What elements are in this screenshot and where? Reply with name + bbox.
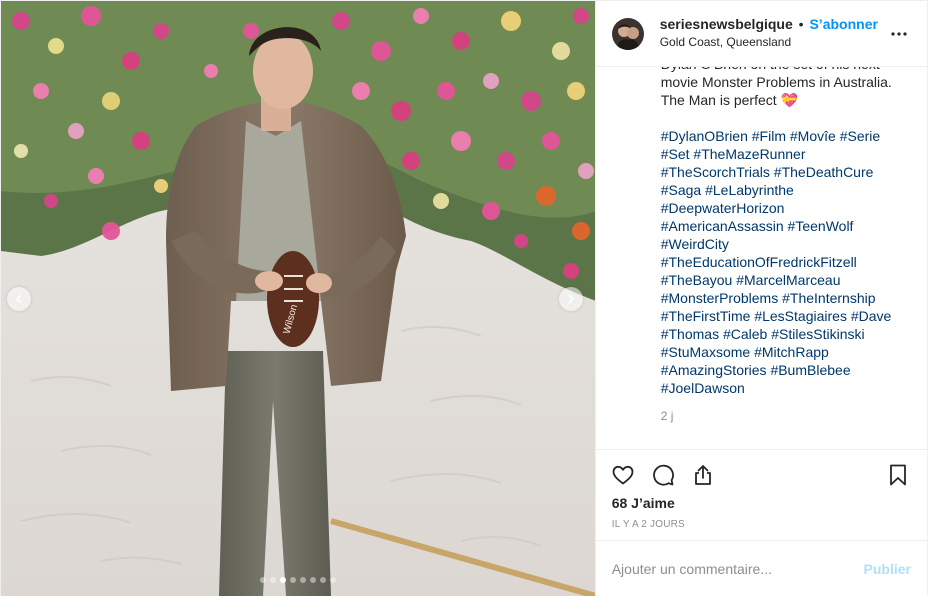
hashtag-link[interactable]: #StilesStikinski	[771, 326, 864, 342]
hashtag-link[interactable]: #StuMaxsome	[661, 344, 750, 360]
carousel-dot	[309, 577, 316, 583]
hashtag-link[interactable]: #AmericanAssassin	[661, 218, 784, 234]
caption-time[interactable]: 2 j	[661, 409, 911, 423]
share-icon	[694, 465, 711, 485]
header-row: seriesnewsbelgique • S’abonner	[660, 16, 887, 33]
hashtag-link[interactable]: #MarcelMarceau	[736, 272, 840, 288]
hashtag-link[interactable]: #MitchRapp	[754, 344, 829, 360]
hashtag-link[interactable]: #Thomas	[661, 326, 719, 342]
post-header: seriesnewsbelgique • S’abonner Gold Coas…	[595, 1, 927, 67]
hashtag-line: #TheBayou #MarcelMarceau	[661, 271, 911, 289]
post-media[interactable]: Wilson	[1, 1, 595, 596]
instagram-post: Wilson seriesnewsbelgique • S’abonner Go…	[0, 0, 928, 596]
hashtag-link[interactable]: #TheInternship	[782, 290, 875, 306]
hashtag-line: #TheScorchTrials #TheDeathCure	[661, 163, 911, 181]
hashtag-list: #DylanOBrien #Film #Movîe #Serie #Set #Th…	[661, 127, 911, 397]
hashtag-line: #DylanOBrien #Film #Movîe #Serie	[661, 127, 911, 145]
hashtag-link[interactable]: #WeirdCity	[661, 236, 729, 252]
carousel-dot	[269, 577, 276, 583]
hashtag-link[interactable]: #TheFirstTime	[661, 308, 751, 324]
hashtag-link[interactable]: #TheEducationOfFredrickFitzell	[661, 254, 857, 270]
hashtag-link[interactable]: #BumBlebee	[770, 362, 850, 378]
hashtag-link[interactable]: #TheDeathCure	[774, 164, 874, 180]
location-link[interactable]: Gold Coast, Queensland	[660, 34, 887, 51]
carousel-dot	[299, 577, 306, 583]
hashtag-line: #TheFirstTime #LesStagiaires #Dave	[661, 307, 911, 325]
avatar[interactable]	[611, 17, 644, 50]
username-link[interactable]: seriesnewsbelgique	[660, 16, 793, 32]
hashtag-line: #Thomas #Caleb #StilesStikinski	[661, 325, 911, 343]
hashtag-link[interactable]: #DylanOBrien	[661, 128, 748, 144]
post-photo: Wilson	[1, 1, 595, 596]
hashtag-link[interactable]: #Serie	[840, 128, 880, 144]
more-horizontal-icon	[891, 31, 907, 36]
chevron-right-icon	[568, 294, 574, 304]
comment-button[interactable]	[650, 462, 676, 488]
follow-button[interactable]: S’abonner	[809, 16, 877, 32]
hashtag-link[interactable]: #Dave	[851, 308, 891, 324]
carousel-dot	[289, 577, 296, 583]
hashtag-line: #MonsterProblems #TheInternship	[661, 289, 911, 307]
more-options-button[interactable]	[887, 22, 911, 46]
carousel-next-button[interactable]	[558, 287, 583, 311]
heart-icon	[612, 465, 634, 485]
hashtag-link[interactable]: #TeenWolf	[788, 218, 854, 234]
hashtag-link[interactable]: #AmazingStories	[661, 362, 767, 378]
chevron-left-icon	[16, 294, 22, 304]
avatar-image	[611, 17, 644, 50]
comment-icon	[652, 464, 674, 486]
hashtag-link[interactable]: #JoelDawson	[661, 380, 745, 396]
hashtag-link[interactable]: #MonsterProblems	[661, 290, 779, 306]
hashtag-line: #AmazingStories #BumBlebee	[661, 361, 911, 379]
hashtag-link[interactable]: #Movîe	[790, 128, 836, 144]
publish-button[interactable]: Publier	[864, 561, 911, 577]
hashtag-link[interactable]: #LesStagiaires	[754, 308, 847, 324]
carousel-dot	[329, 577, 336, 583]
hashtag-link[interactable]: #Caleb	[723, 326, 767, 342]
carousel-dot	[279, 577, 286, 583]
add-comment-form: Publier	[595, 540, 927, 596]
action-icons	[596, 450, 927, 500]
share-button[interactable]	[690, 462, 716, 488]
carousel-indicator	[1, 577, 595, 583]
hashtag-line: #WeirdCity	[661, 235, 911, 253]
post-date[interactable]: Il y a 2 jours	[596, 519, 927, 530]
header-text: seriesnewsbelgique • S’abonner Gold Coas…	[660, 16, 887, 51]
save-button[interactable]	[885, 462, 911, 488]
hashtag-line: #DeepwaterHorizon	[661, 199, 911, 217]
post-side-panel: seriesnewsbelgique • S’abonner Gold Coas…	[594, 1, 927, 596]
caption: Dylan O'Brien on the set of his next mov…	[596, 67, 927, 423]
hashtag-link[interactable]: #TheBayou	[661, 272, 733, 288]
likes-count[interactable]: 68 J’aime	[596, 494, 927, 512]
hashtag-line: #AmericanAssassin #TeenWolf	[661, 217, 911, 235]
hashtag-line: #JoelDawson	[661, 379, 911, 397]
comment-input[interactable]	[611, 560, 864, 577]
hashtag-link[interactable]: #LeLabyrinthe	[705, 182, 794, 198]
hashtag-line: #StuMaxsome #MitchRapp	[661, 343, 911, 361]
bookmark-icon	[890, 464, 906, 486]
separator-bullet: •	[798, 16, 804, 32]
carousel-prev-button[interactable]	[7, 287, 31, 311]
carousel-dot	[259, 577, 266, 583]
hashtag-line: #Saga #LeLabyrinthe	[661, 181, 911, 199]
hashtag-link[interactable]: #TheScorchTrials	[661, 164, 770, 180]
comments-scroll-area[interactable]: Dylan O'Brien on the set of his next mov…	[596, 67, 927, 449]
hashtag-line: #TheEducationOfFredrickFitzell	[661, 253, 911, 271]
caption-text: Dylan O'Brien on the set of his next mov…	[660, 67, 892, 108]
hashtag-link[interactable]: #TheMazeRunner	[693, 146, 805, 162]
carousel-dot	[319, 577, 326, 583]
hashtag-link[interactable]: #Set	[661, 146, 690, 162]
post-actions: 68 J’aime Il y a 2 jours	[595, 449, 927, 530]
hashtag-link[interactable]: #Film	[752, 128, 786, 144]
hashtag-line: #Set #TheMazeRunner	[661, 145, 911, 163]
hashtag-link[interactable]: #Saga	[661, 182, 701, 198]
hashtag-link[interactable]: #DeepwaterHorizon	[661, 200, 785, 216]
like-button[interactable]	[610, 462, 636, 488]
